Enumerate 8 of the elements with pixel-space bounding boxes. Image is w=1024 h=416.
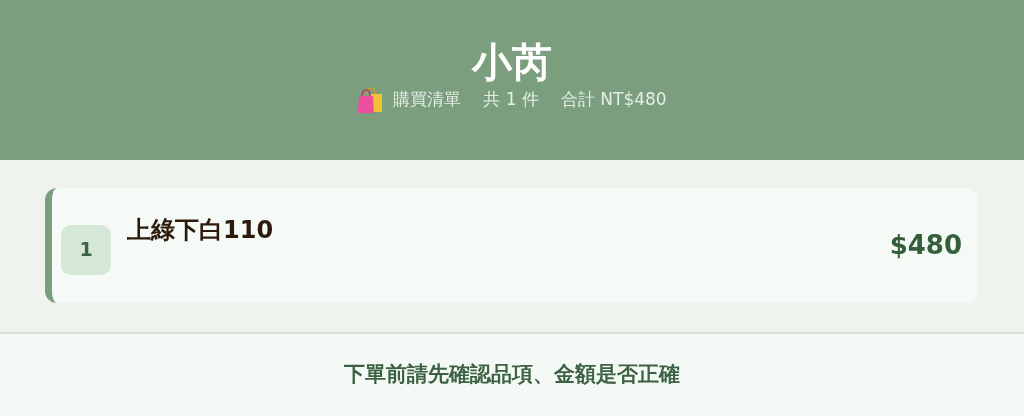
subtitle-text: 購買清單	[393, 88, 462, 112]
footer-note: 下單前請先確認品項、金額是否正確	[344, 361, 680, 389]
item-number: 1	[61, 224, 111, 275]
subtitle-text: 合計 NT$480	[560, 88, 667, 112]
item-price: $480	[889, 229, 962, 262]
subtitle-text: 共 1 件	[483, 88, 539, 112]
page-title: 小芮	[472, 38, 552, 86]
item-name: 上綠下白110	[127, 216, 274, 244]
